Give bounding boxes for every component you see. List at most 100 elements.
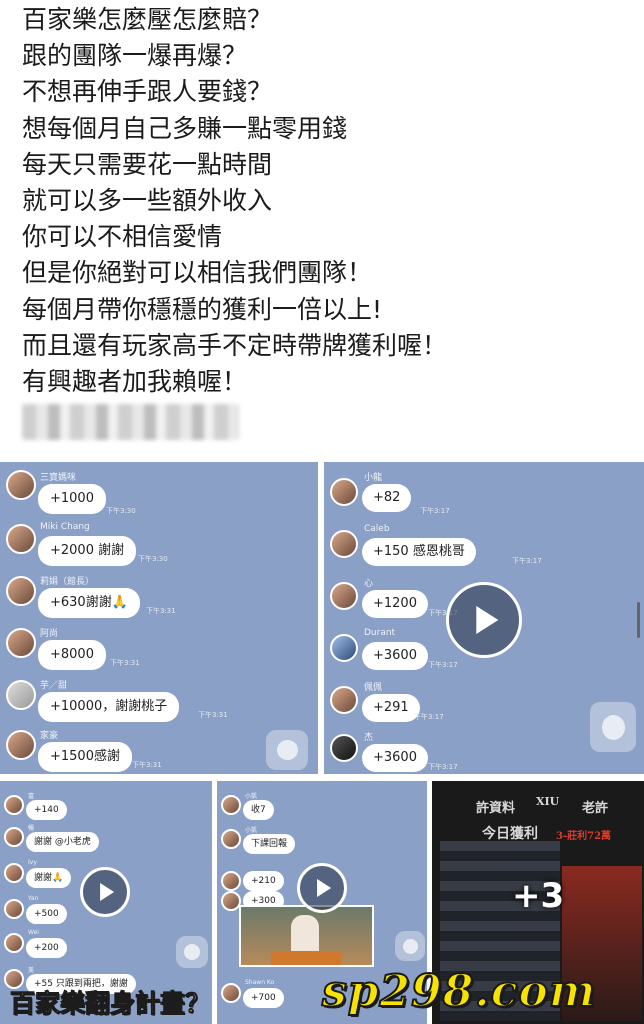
post-line: 有興趣者加我賴喔！ — [22, 367, 248, 397]
sender-name: 心 — [364, 579, 374, 589]
post-line: 每天只需要花一點時間 — [22, 149, 273, 179]
sender-name: 家豪 — [40, 731, 59, 741]
floating-action-icon[interactable] — [395, 931, 425, 961]
post-text: 百家樂怎麼壓怎麼賠？ 跟的團隊一爆再爆？ 不想再伸手跟人要錢？ 想每個月自己多賺… — [22, 2, 632, 400]
avatar — [6, 576, 36, 606]
chat-message: 芋／甜 +10000，謝謝桃子 下午3:31 — [0, 674, 318, 722]
sender-name: Miki Chang — [40, 522, 90, 532]
post-line: 百家樂怎麼壓怎麼賠？ — [22, 5, 273, 34]
timestamp: 下午3:17 — [414, 713, 444, 721]
message-bubble: 收7 — [243, 800, 274, 820]
header-mid: XIU — [536, 795, 560, 808]
avatar — [330, 734, 358, 762]
avatar — [221, 891, 241, 911]
avatar — [6, 524, 36, 554]
timestamp: 下午3:31 — [110, 659, 140, 667]
chat-message: Miki Chang +2000 謝謝 下午3:30 — [0, 518, 318, 566]
message-bubble: 下課回報 — [243, 834, 296, 854]
sender-name: 美 — [28, 967, 35, 974]
sender-name: Shawn Ko — [245, 979, 275, 986]
chat-message: 三寶媽咪 +1000 下午3:30 — [0, 466, 318, 515]
chat-message: 莉娟（館長） +630謝謝🙏 下午3:31 — [0, 570, 318, 618]
sender-name: 阿尚 — [40, 629, 59, 639]
sender-name: 莉娟（館長） — [40, 577, 95, 587]
post-line: 不想再伸手跟人要錢？ — [22, 77, 273, 107]
sender-name: Ivy — [28, 859, 37, 866]
sender-name: 佩佩 — [364, 683, 383, 693]
message-bubble: +210 — [243, 871, 284, 891]
message-bubble: +291 — [362, 694, 420, 722]
timestamp: 下午3:17 — [420, 507, 450, 515]
chat-screenshot-1[interactable]: 三寶媽咪 +1000 下午3:30 Miki Chang +2000 謝謝 下午… — [0, 462, 318, 774]
header-right: 老許 — [582, 801, 609, 816]
message-bubble: +3600 — [362, 642, 428, 670]
timestamp: 下午3:31 — [132, 761, 162, 769]
subheader-tag: 3-莊利72萬 — [556, 831, 612, 842]
floating-action-icon[interactable] — [590, 702, 636, 752]
message-bubble: +150 感恩桃哥 — [362, 538, 476, 566]
play-icon[interactable] — [446, 582, 522, 658]
video-thumbnail[interactable] — [239, 905, 374, 967]
chat-message: 小凱 下課回報 — [217, 823, 427, 854]
play-icon[interactable] — [80, 867, 130, 917]
message-bubble: +10000，謝謝桃子 — [38, 692, 180, 722]
message-bubble: +700 — [243, 988, 284, 1008]
sender-name: 杰 — [364, 733, 374, 743]
sender-name: Durant — [364, 628, 396, 638]
sender-name: 三寶媽咪 — [40, 473, 77, 483]
chat-message: 小龍 +82 下午3:17 — [324, 466, 644, 515]
message-bubble: +3600 — [362, 744, 428, 772]
post-line: 就可以多一些額外收入 — [22, 186, 273, 216]
blurred-line-id — [22, 404, 240, 440]
post-line: 想每個月自己多賺一點零用錢 — [22, 113, 348, 143]
avatar — [4, 899, 24, 919]
chat-message: 小凱 收7 — [217, 789, 427, 820]
message-bubble: +2000 謝謝 — [38, 536, 137, 566]
avatar — [221, 829, 241, 849]
sender-name: 小凱 — [245, 793, 258, 800]
avatar — [6, 470, 36, 500]
post-line: 而且還有玩家高手不定時帶牌獲利喔！ — [22, 330, 448, 360]
avatar — [4, 933, 24, 953]
timestamp: 下午3:30 — [138, 555, 168, 563]
watermark: sp298.com — [321, 965, 597, 1018]
avatar — [4, 795, 24, 815]
message-bubble: 謝謝🙏 — [26, 868, 72, 888]
subheader: 今日獲利 — [482, 826, 538, 842]
avatar — [330, 478, 358, 506]
floating-action-icon[interactable] — [176, 936, 208, 968]
avatar — [6, 730, 36, 760]
message-bubble: +140 — [26, 800, 67, 820]
timestamp: 下午3:31 — [198, 711, 228, 719]
timestamp: 下午3:17 — [428, 661, 458, 669]
header-left: 許資料 — [476, 801, 516, 816]
avatar — [4, 827, 24, 847]
avatar — [330, 634, 358, 662]
chat-message: Caleb +150 感恩桃哥 下午3:17 — [324, 520, 644, 566]
post-line: 跟的團隊一爆再爆？ — [22, 41, 248, 71]
message-bubble: +200 — [26, 938, 67, 958]
play-icon[interactable] — [297, 863, 347, 913]
sender-name: 小凱 — [245, 827, 258, 834]
chat-message: 阿尚 +8000 下午3:31 — [0, 622, 318, 670]
message-bubble: +1000 — [38, 484, 106, 514]
avatar — [221, 795, 241, 815]
message-bubble: +82 — [362, 484, 412, 512]
sender-name: 暢 — [28, 825, 35, 832]
timestamp: 下午3:17 — [512, 557, 542, 565]
message-bubble: 謝謝 @小老虎 — [26, 832, 99, 852]
message-bubble: +630謝謝🙏 — [38, 588, 140, 618]
more-count[interactable]: +3 — [512, 876, 564, 916]
avatar — [221, 871, 241, 891]
message-bubble: +1500感謝 — [38, 742, 132, 772]
chat-screenshot-2[interactable]: 小龍 +82 下午3:17 Caleb +150 感恩桃哥 下午3:17 心 +… — [324, 462, 644, 774]
avatar — [6, 680, 36, 710]
post-line: 但是你絕對可以相信我們團隊！ — [22, 258, 373, 288]
avatar — [4, 863, 24, 883]
message-bubble: +500 — [26, 904, 67, 924]
timestamp: 下午3:30 — [106, 507, 136, 515]
sender-name: 芋／甜 — [40, 681, 68, 691]
floating-action-icon[interactable] — [266, 730, 308, 770]
scrollbar[interactable] — [637, 602, 640, 638]
sender-name: Wei — [28, 929, 39, 936]
